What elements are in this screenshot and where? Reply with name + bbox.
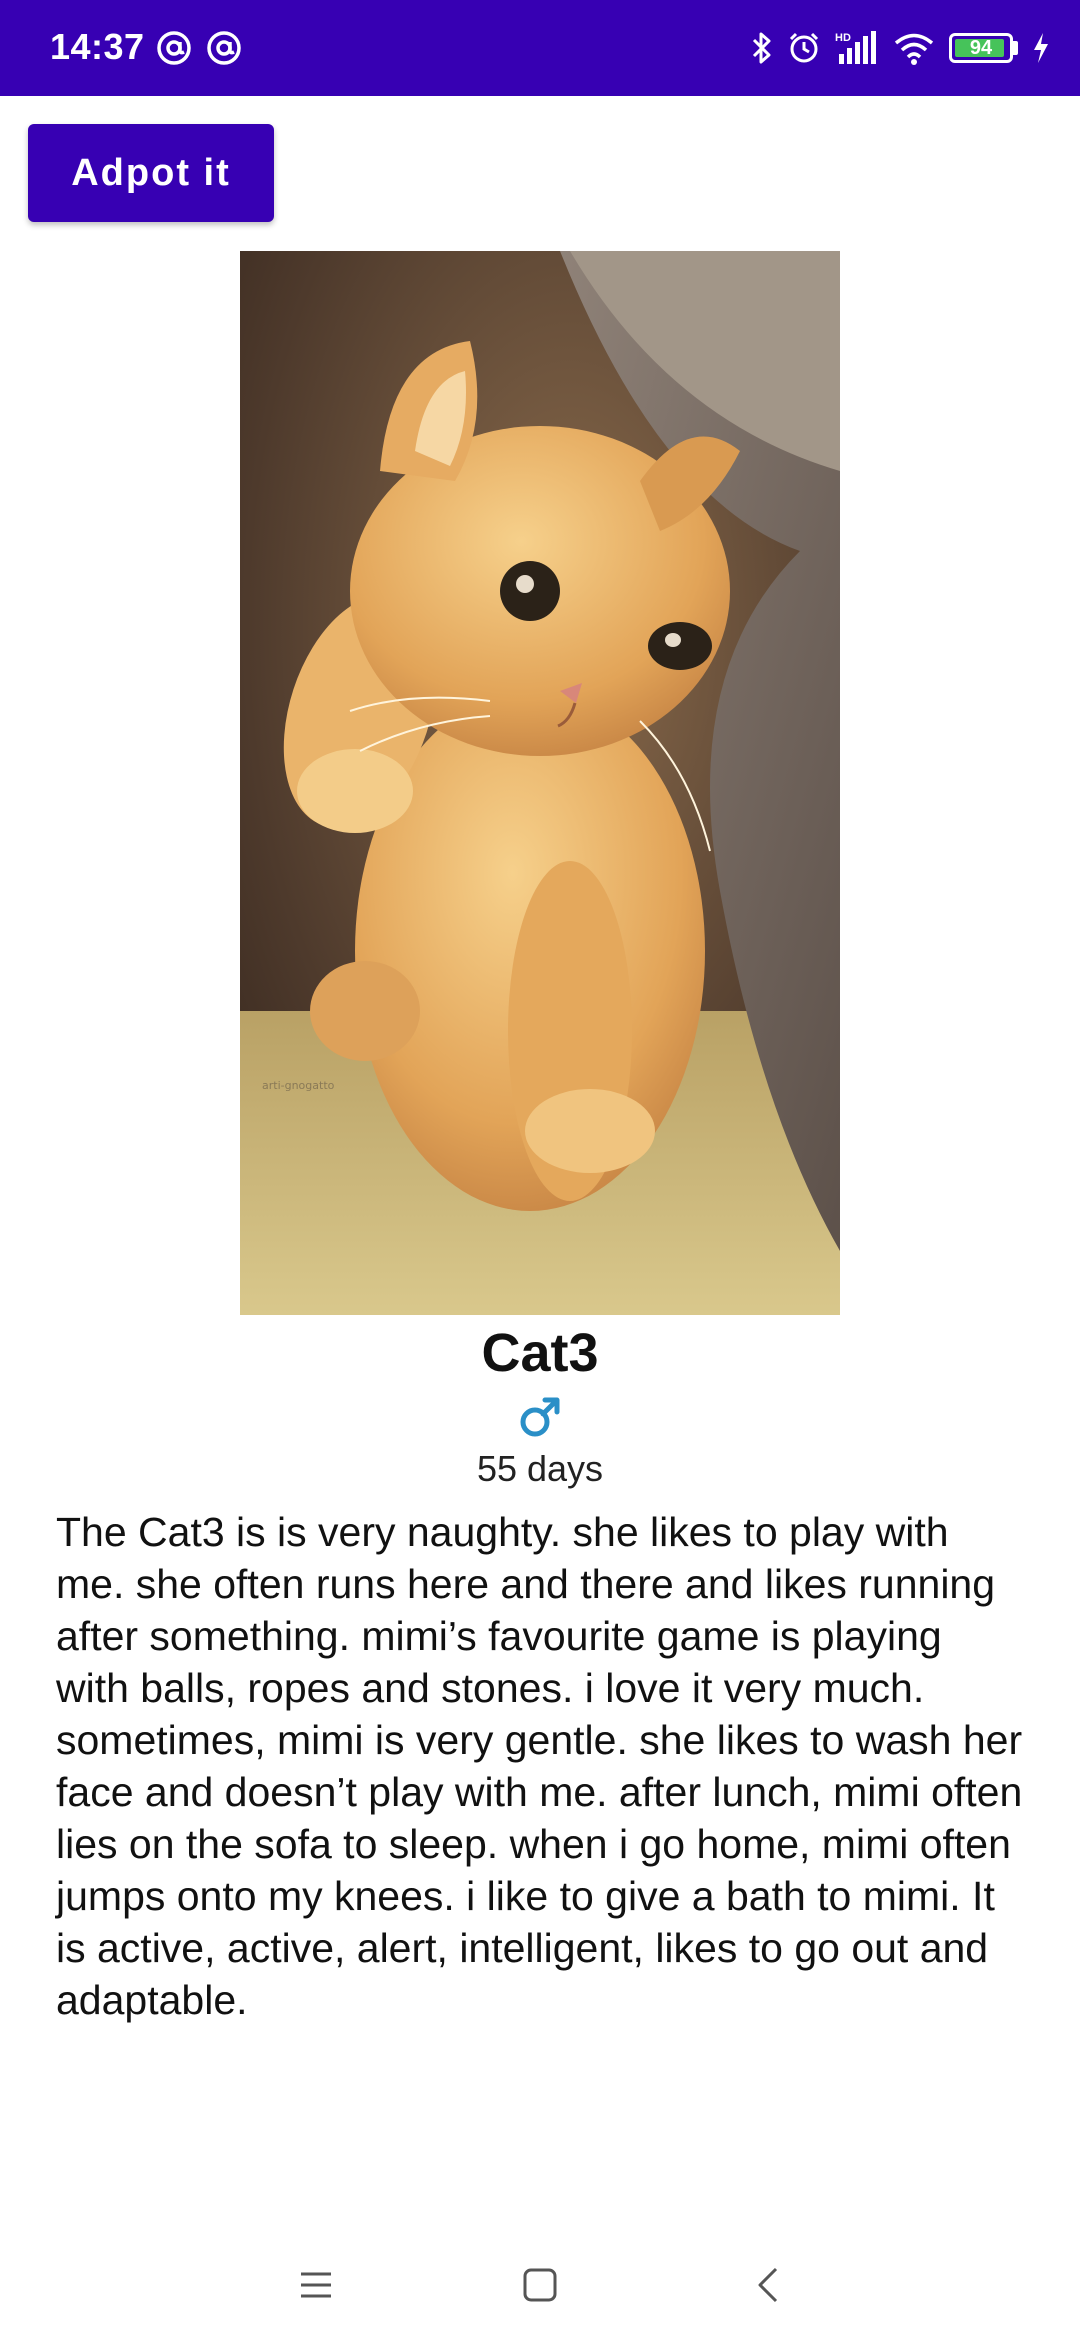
photo-watermark: arti-gnogatto: [262, 1079, 335, 1092]
back-button[interactable]: [728, 2250, 808, 2320]
battery-cap: [1013, 41, 1018, 55]
back-icon: [758, 2267, 778, 2303]
menu-icon: [301, 2272, 331, 2298]
status-bar: 14:37 HD 94: [0, 0, 1080, 96]
at-sign-icon: [207, 31, 241, 65]
home-button[interactable]: [500, 2250, 580, 2320]
menu-button[interactable]: [276, 2250, 356, 2320]
battery-level: 94: [969, 36, 993, 59]
bluetooth-icon: [752, 32, 771, 64]
adopt-button[interactable]: Adpot it: [28, 124, 274, 222]
status-notification-icons: [156, 30, 242, 66]
male-gender-icon: [520, 1397, 560, 1437]
battery-icon: 94: [949, 33, 1018, 63]
charging-icon: [1034, 33, 1048, 63]
pet-description: The Cat3 is is very naughty. she likes t…: [56, 1509, 1023, 2023]
navigation-bar: [0, 2230, 1080, 2340]
alarm-icon: [789, 32, 819, 63]
signal-label: HD: [835, 32, 851, 44]
home-icon: [523, 2268, 557, 2302]
signal-icon: HD: [835, 31, 876, 64]
pet-name: Cat3: [481, 1323, 599, 1383]
status-time: 14:37: [50, 26, 145, 67]
pet-age: 55 days: [476, 1448, 604, 1489]
cat-photo-illustration: arti-gnogatto: [240, 251, 840, 1315]
at-sign-icon: [157, 31, 191, 65]
wifi-icon: [894, 33, 934, 65]
battery-body: 94: [949, 33, 1013, 63]
pet-photo: arti-gnogatto: [240, 251, 840, 1315]
status-system-icons: HD 94: [751, 24, 1050, 72]
